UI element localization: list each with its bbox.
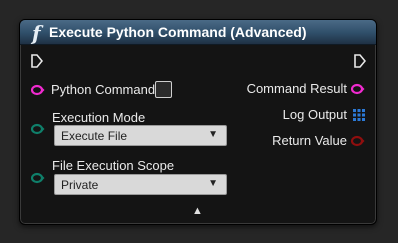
dropdown-arrow-icon: ▼	[208, 129, 218, 140]
exec-out-pin-icon[interactable]	[354, 54, 366, 68]
python-command-pin-icon[interactable]	[31, 84, 45, 96]
return-value-pin-icon[interactable]	[351, 135, 365, 147]
collapse-arrow-icon[interactable]: ▲	[192, 205, 203, 217]
dropdown-arrow-icon: ▼	[208, 178, 218, 189]
command-result-label: Command Result	[246, 81, 347, 96]
log-output-label: Log Output	[282, 107, 347, 122]
python-command-field[interactable]	[155, 81, 172, 98]
execution-mode-dropdown[interactable]: Execute File ▼	[54, 125, 227, 146]
execution-mode-value: Execute File	[61, 129, 128, 143]
file-execution-scope-label: File Execution Scope	[52, 158, 175, 173]
python-command-node[interactable]: f Execute Python Command (Advanced) Pyth…	[19, 19, 377, 225]
execution-mode-label: Execution Mode	[52, 110, 146, 125]
file-execution-scope-pin-icon[interactable]	[31, 172, 45, 184]
return-value-label: Return Value	[272, 133, 347, 148]
log-output-array-pin-icon[interactable]	[353, 109, 365, 121]
node-header[interactable]: f Execute Python Command (Advanced)	[20, 20, 376, 45]
exec-in-pin-icon[interactable]	[31, 54, 43, 68]
python-command-label: Python Command	[51, 82, 156, 97]
execution-mode-pin-icon[interactable]	[31, 123, 45, 135]
node-title: Execute Python Command (Advanced)	[49, 24, 307, 40]
file-execution-scope-dropdown[interactable]: Private ▼	[54, 174, 227, 195]
file-execution-scope-value: Private	[61, 178, 99, 192]
function-icon: f	[32, 21, 41, 45]
command-result-pin-icon[interactable]	[351, 83, 365, 95]
